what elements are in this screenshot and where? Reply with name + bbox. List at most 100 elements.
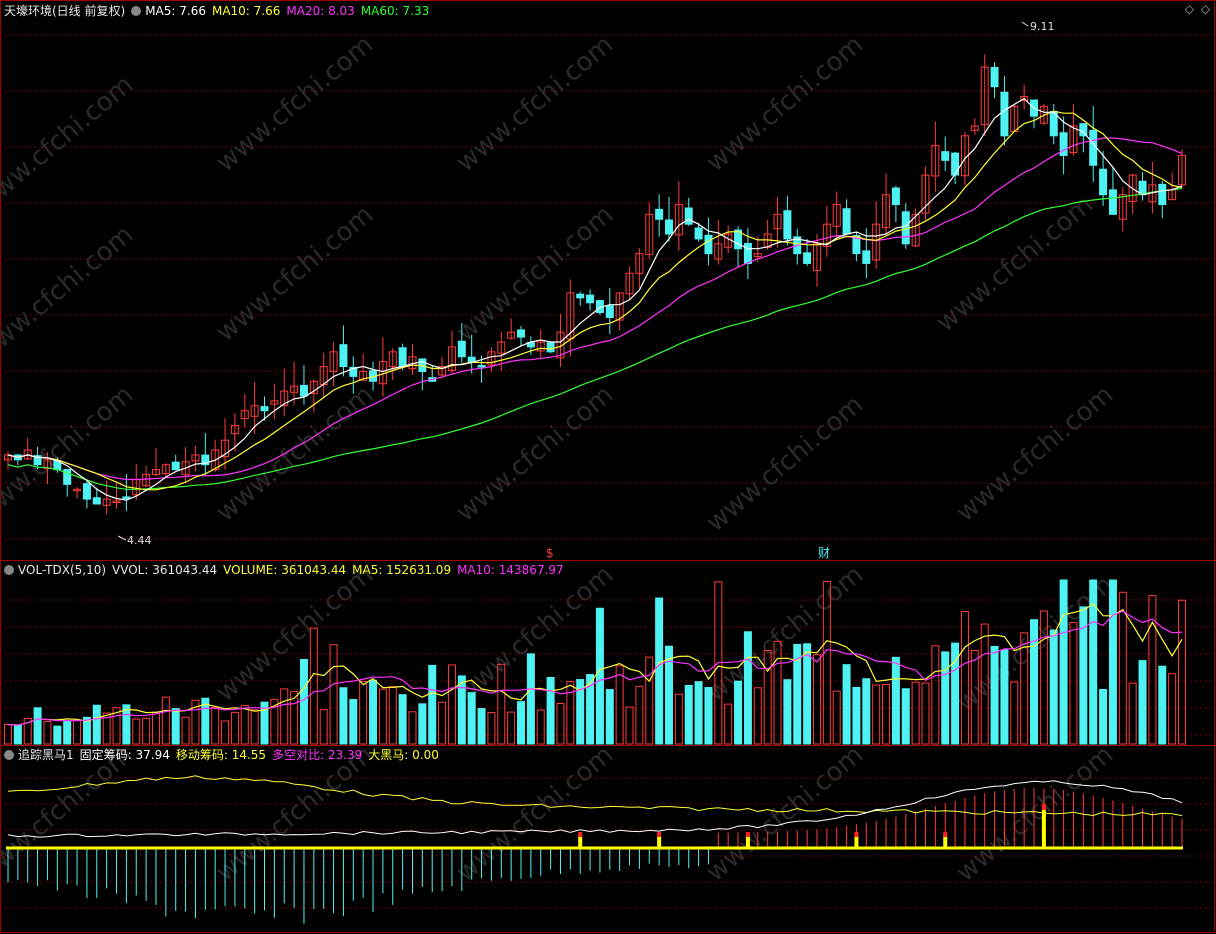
high-marker-label: 9.11 [1030,20,1055,33]
candle-body [171,461,180,471]
stock-chart-window[interactable]: www.cfchi.com www.cfchi.com www.cfchi.com w… [0,0,1216,934]
high-marker-arrow [1021,21,1029,27]
ma5-line [7,97,1183,501]
volume-bar [1059,579,1068,745]
volume-bar [13,724,22,745]
candle-body [684,207,693,225]
candle-body [803,252,812,264]
watermark-text: www.cfchi.com [451,200,620,348]
signal-spike [745,836,750,848]
settings-icon[interactable] [131,6,142,16]
watermark-text: www.cfchi.com [451,740,620,888]
volume-bar [556,703,565,745]
ma20-value: MA20: 8.03 [286,4,355,18]
volume-bar [1069,621,1078,745]
volume-bar [783,679,792,745]
watermark-text: www.cfchi.com [451,30,620,178]
volume-bar [319,709,328,745]
candle-body [82,483,91,500]
volume-bar [1030,619,1039,745]
volume-bar [842,664,851,745]
dark-horse-value: 大黑马: 0.00 [368,748,439,762]
volume-bar [1148,595,1157,745]
volume-bar [753,687,762,745]
candle-body [467,356,476,363]
fixed-chips-value: 固定筹码: 37.94 [79,748,170,762]
event-marker-dividend[interactable]: $ [546,546,554,560]
dark-horse-signal-cap [1041,804,1046,810]
volume-bar [526,653,535,745]
volume-bar [990,645,999,745]
volume-bar [369,679,378,745]
restore-icon[interactable]: ◇ [1185,2,1194,16]
event-marker-finance[interactable]: 财 [818,546,830,560]
indicator-settings-icon[interactable] [4,750,14,760]
candle-body [862,250,871,264]
watermark-text: www.cfchi.com [951,380,1120,528]
volume-bar [1099,688,1108,745]
volume-bar [398,694,407,745]
volume-bar [546,676,555,745]
volume-bar [832,690,841,745]
indicator-header: 追踪黑马1 固定筹码: 37.94 移动筹码: 14.55 多空对比: 23.39 大黑… [4,746,445,764]
volume-bar [694,681,703,745]
watermark-text: www.cfchi.com [211,560,380,708]
candle-body [1089,129,1098,166]
volume-bar [447,664,456,745]
volume-bar [240,704,249,745]
low-marker-label: 4.44 [127,534,152,547]
volume-bar [1000,649,1009,745]
volume-bar [211,706,220,745]
volume-bar [517,701,526,745]
volume-bar [862,678,871,745]
volume-panel[interactable] [4,579,1186,745]
candle-body [990,67,999,88]
volume-bar [467,692,476,745]
volume-bar [724,703,733,745]
ma5-value: MA5: 7.66 [145,4,206,18]
candle-body [398,347,407,368]
volume-bar [704,686,713,745]
vol-indicator-name[interactable]: VOL-TDX(5,10) [18,563,106,577]
ma10-line [7,110,1183,491]
candle-body [951,152,960,176]
volume-bar [339,687,348,745]
candle-body [1000,91,1009,137]
volume-bar [408,711,417,745]
candle-body [704,234,713,255]
volume-bar [132,718,141,745]
signal-spike [578,836,583,848]
volume-bar [684,684,693,745]
volume-bar [1138,660,1147,745]
volume-bar [53,725,62,745]
volume-bar [33,707,42,745]
volume-bar [645,656,654,745]
candle-body [842,208,851,235]
candle-body [694,227,703,240]
volume-bar [477,708,486,745]
close-panel-icon[interactable]: ◇ [1201,2,1210,16]
volume-bar [418,703,427,745]
price-header: 天壕环境(日线 前复权) MA5: 7.66 MA10: 7.66 MA20: 8.0… [4,2,435,20]
volume-bar [595,607,604,745]
volume-bar [1168,673,1177,745]
volume-bar [4,723,12,745]
watermark-text: www.cfchi.com [0,380,139,528]
volume-bar [43,720,52,745]
indicator-name[interactable]: 追踪黑马1 [18,748,74,762]
volume-bar [536,709,545,745]
volume-bar [1118,591,1127,745]
watermark-text: www.cfchi.com [211,380,380,528]
volume-settings-icon[interactable] [4,565,14,575]
candle-body [1108,189,1117,215]
volume-bar [63,720,72,745]
moving-chips-value: 移动筹码: 14.55 [175,748,267,762]
volume-bar [605,689,614,745]
volume-bar [230,711,239,745]
signal-cap [943,832,948,837]
candle-body [546,342,555,353]
volume-bar [457,675,466,745]
candle-body [941,151,950,161]
volume-bar [931,645,940,745]
stock-title[interactable]: 天壕环境(日线 前复权) [4,4,125,18]
